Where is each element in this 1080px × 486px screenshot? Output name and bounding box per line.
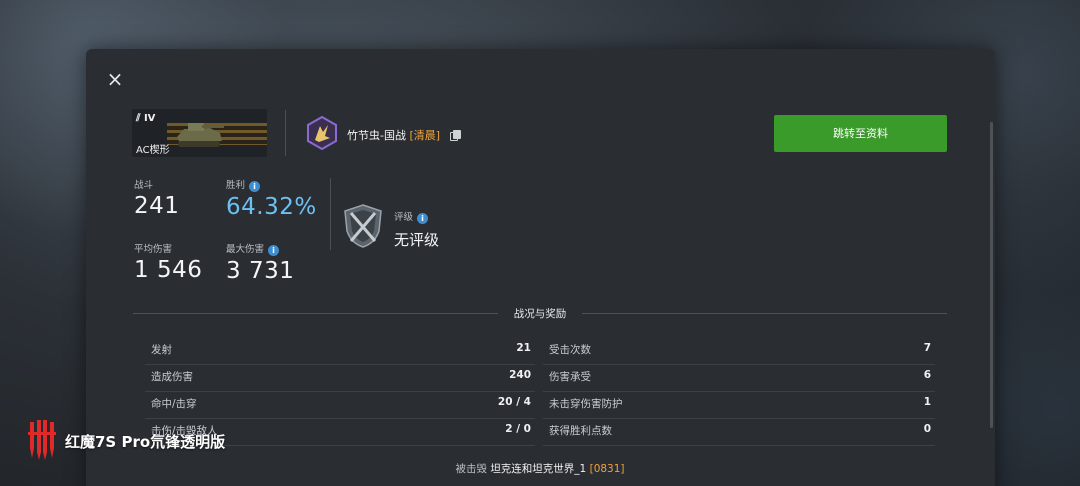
row-label: 未击穿伤害防护 xyxy=(549,398,623,410)
rating-label-row: 评级 i xyxy=(394,209,429,224)
redmagic-logo-icon xyxy=(28,420,56,460)
tank-tier: ⫽ IV xyxy=(136,113,156,124)
row-value: 20 / 4 xyxy=(497,396,531,408)
rating-value: 无评级 xyxy=(394,231,440,249)
row-value: 21 xyxy=(516,342,531,354)
table-row: 发射 21 xyxy=(145,338,535,365)
section-title: 战况与奖励 xyxy=(513,308,567,320)
player-name: 竹节虫-国战 xyxy=(347,129,406,142)
row-value: 6 xyxy=(923,369,931,381)
stat-avg-damage-label: 平均伤害 xyxy=(134,244,173,255)
tank-card: ⫽ IV AC楔形 xyxy=(132,109,267,157)
stat-max-damage-value: 3 731 xyxy=(226,258,295,284)
stat-wins-label-row: 胜利 i xyxy=(226,177,317,192)
row-label: 伤害承受 xyxy=(549,371,591,383)
copy-icon[interactable] xyxy=(449,130,461,141)
table-row: 命中/击穿 20 / 4 xyxy=(145,392,535,419)
rank-shield-icon xyxy=(344,204,382,248)
destroyed-by-player[interactable]: 坦克连和坦克世界_1 xyxy=(490,463,586,475)
row-label: 发射 xyxy=(151,344,172,356)
stat-wins-label: 胜利 xyxy=(226,180,246,191)
destroyed-by-label: 被击毁 xyxy=(455,463,487,475)
stat-avg-damage-value: 1 546 xyxy=(134,257,203,283)
table-row: 未击穿伤害防护 1 xyxy=(543,392,935,419)
table-row: 受击次数 7 xyxy=(543,338,935,365)
destroyed-by: 被击毁 坦克连和坦克世界_1 [0831] xyxy=(0,461,1080,476)
stat-max-damage: 最大伤害 i 3 731 xyxy=(226,241,294,284)
stat-battles-label: 战斗 xyxy=(134,180,154,191)
device-watermark: 红魔7S Pro氘锋透明版 xyxy=(26,418,246,462)
info-icon[interactable]: i xyxy=(417,213,429,224)
section-header: 战况与奖励 xyxy=(133,306,947,320)
close-button[interactable]: × xyxy=(106,69,124,89)
row-value: 1 xyxy=(923,396,931,408)
go-to-profile-button[interactable]: 跳转至资料 xyxy=(774,115,947,152)
stats-divider xyxy=(330,178,331,250)
row-label: 命中/击穿 xyxy=(151,398,197,410)
table-row: 造成伤害 240 xyxy=(145,365,535,392)
player-info: 竹节虫-国战 [清晨] xyxy=(347,127,461,143)
row-label: 获得胜利点数 xyxy=(549,425,612,437)
info-icon[interactable]: i xyxy=(268,245,280,256)
watermark-text: 红魔7S Pro氘锋透明版 xyxy=(65,433,226,451)
tank-name: AC楔形 xyxy=(136,145,170,156)
row-label: 造成伤害 xyxy=(151,371,193,383)
row-label: 受击次数 xyxy=(549,344,591,356)
row-value: 2 / 0 xyxy=(505,423,531,435)
clan-emblem-icon[interactable] xyxy=(305,116,339,150)
destroyed-by-clan[interactable]: [0831] xyxy=(590,463,625,475)
tank-icon xyxy=(177,123,224,147)
stat-battles-value: 241 xyxy=(134,193,180,219)
stat-max-damage-label: 最大伤害 xyxy=(226,244,265,255)
clan-tag[interactable]: [清晨] xyxy=(409,129,440,142)
table-row: 伤害承受 6 xyxy=(543,365,935,392)
stat-wins: 胜利 i 64.32% xyxy=(226,177,317,220)
stat-avg-damage: 平均伤害 1 546 xyxy=(134,241,202,283)
stat-max-damage-label-row: 最大伤害 i xyxy=(226,241,294,256)
stat-battles: 战斗 241 xyxy=(134,177,179,219)
row-value: 240 xyxy=(509,369,531,381)
info-icon[interactable]: i xyxy=(249,181,261,192)
scrollbar[interactable] xyxy=(990,122,993,428)
tank-class-icon: ⫽ xyxy=(136,113,141,124)
row-value: 0 xyxy=(923,423,931,435)
header-divider xyxy=(285,110,286,156)
stat-wins-value: 64.32% xyxy=(226,194,317,220)
row-value: 7 xyxy=(923,342,931,354)
table-row: 获得胜利点数 0 xyxy=(543,419,935,446)
rating-label: 评级 xyxy=(394,212,414,223)
